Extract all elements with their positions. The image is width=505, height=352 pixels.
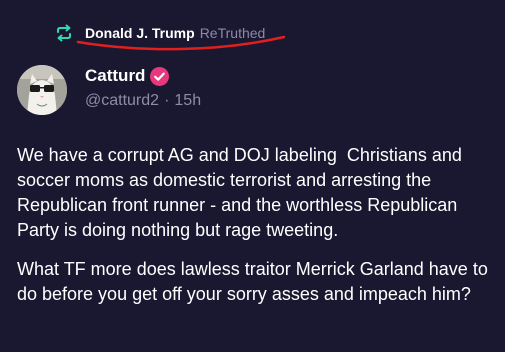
post-timestamp[interactable]: 15h (174, 92, 201, 110)
author-display-name[interactable]: Catturd (85, 66, 145, 86)
red-underline-annotation (76, 35, 286, 51)
post-paragraph: What TF more does lawless traitor Merric… (17, 259, 493, 304)
author-block: Catturd @catturd2 · 15h (85, 64, 201, 110)
post-paragraph: We have a corrupt AG and DOJ labeling Ch… (17, 145, 467, 240)
separator-dot: · (164, 92, 170, 109)
verified-badge-icon (150, 66, 170, 86)
avatar[interactable] (17, 65, 67, 115)
post-body: We have a corrupt AG and DOJ labeling Ch… (17, 143, 497, 321)
author-handle[interactable]: @catturd2 (85, 92, 159, 110)
retruth-icon (55, 24, 73, 42)
